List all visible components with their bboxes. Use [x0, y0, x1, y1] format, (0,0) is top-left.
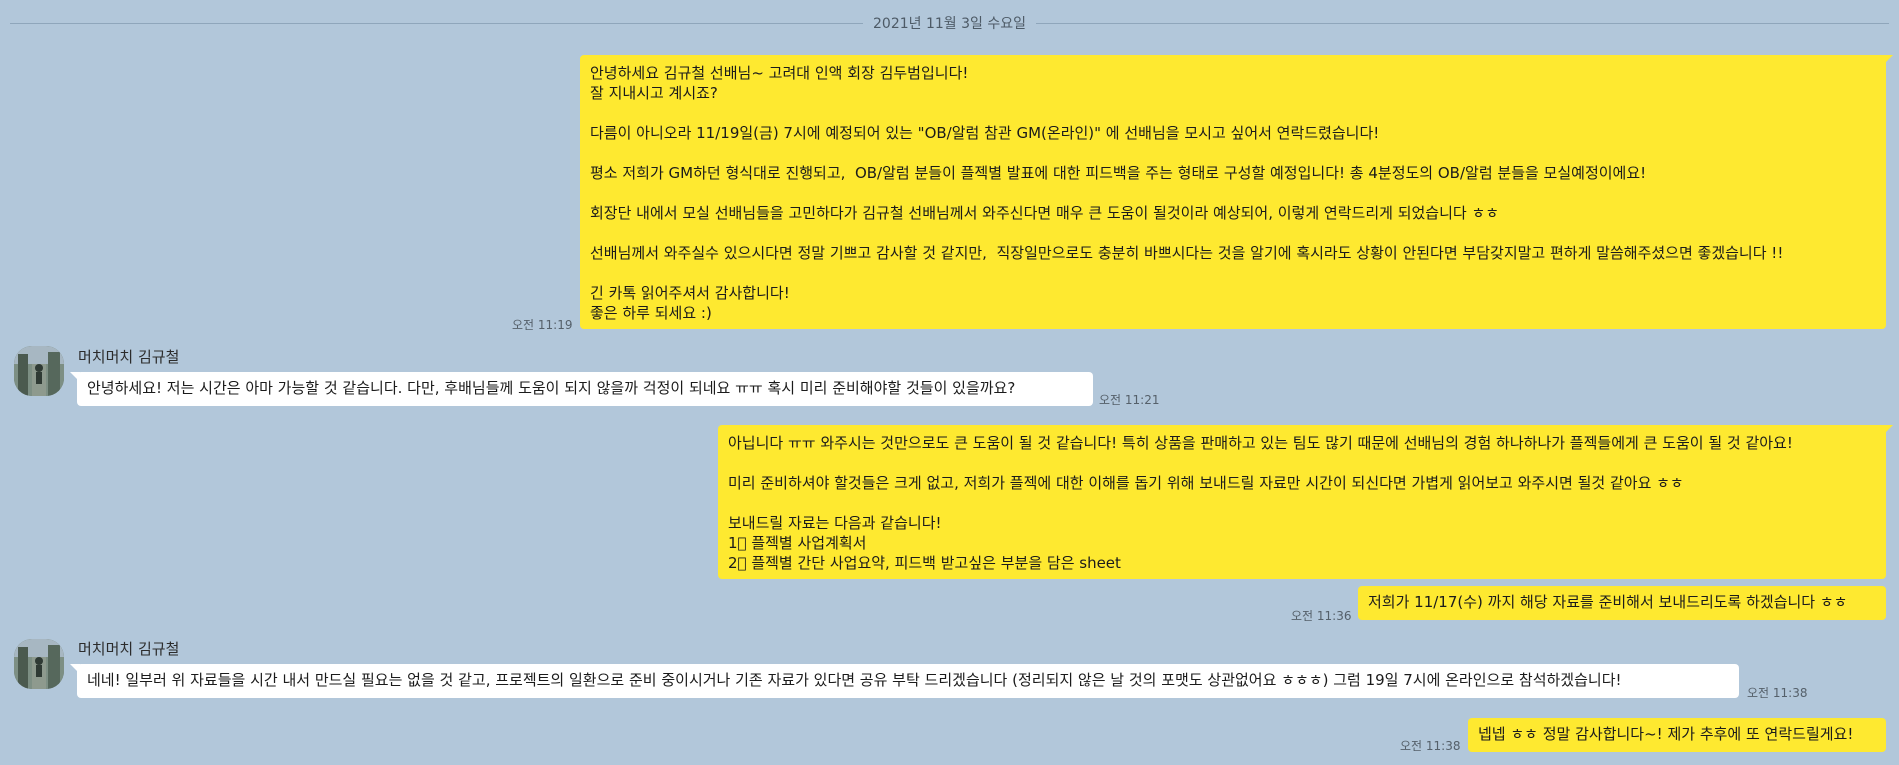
my-message-bubble[interactable]: 저희가 11/17(수) 까지 해당 자료를 준비해서 보내드리도록 하겠습니다…: [1358, 586, 1886, 620]
my-message-bubble[interactable]: 아닙니다 ㅠㅠ 와주시는 것만으로도 큰 도움이 될 것 같습니다! 특히 상품…: [718, 425, 1893, 579]
date-divider-label: 2021년 11월 3일 수요일: [873, 16, 1026, 32]
contact-message-bubble[interactable]: 안녕하세요! 저는 시간은 아마 가능할 것 같습니다. 다만, 후배님들께 도…: [70, 372, 1093, 406]
message-time: 오전 11:21: [1099, 393, 1160, 407]
avatar-photo: [14, 346, 64, 396]
my-message-bubble[interactable]: 넵넵 ㅎㅎ 정말 감사합니다~! 제가 추후에 또 연락드릴게요!: [1468, 718, 1886, 752]
my-message-bubble[interactable]: 안녕하세요 김규철 선배님~ 고려대 인액 회장 김두범입니다! 잘 지내시고 …: [580, 55, 1893, 329]
date-divider: 2021년 11월 3일 수요일: [10, 12, 1889, 34]
contact-message-bubble[interactable]: 네네! 일부러 위 자료들을 시간 내서 만드실 필요는 없을 것 같고, 프로…: [70, 664, 1739, 698]
contact-avatar[interactable]: [14, 346, 64, 396]
message-time: 오전 11:38: [1400, 739, 1461, 753]
sender-name: 머치머치 김규철: [78, 348, 180, 366]
message-time: 오전 11:36: [1291, 609, 1352, 623]
message-time: 오전 11:38: [1747, 686, 1808, 700]
contact-avatar[interactable]: [14, 639, 64, 689]
message-time: 오전 11:19: [512, 318, 573, 332]
avatar-photo: [14, 639, 64, 689]
sender-name: 머치머치 김규철: [78, 640, 180, 658]
